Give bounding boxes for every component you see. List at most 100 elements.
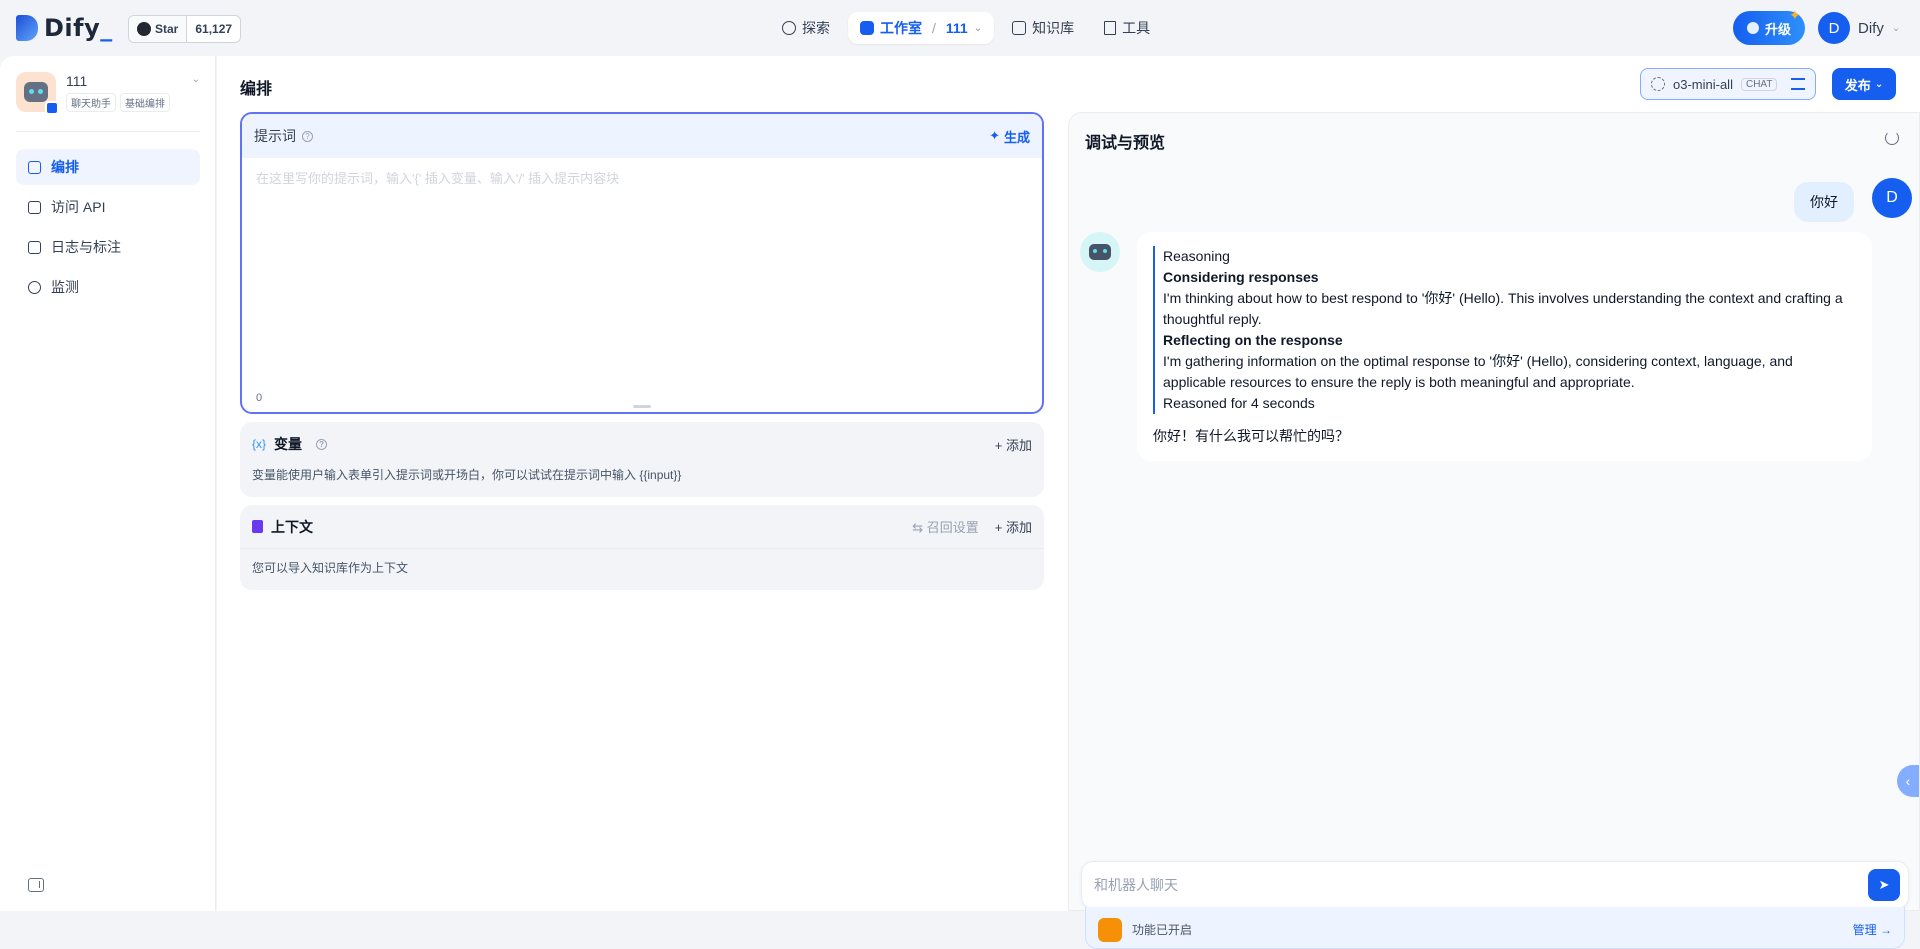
prompt-label: 提示词 xyxy=(254,128,296,144)
upgrade-label: 升级 xyxy=(1765,21,1792,37)
nav-knowledge[interactable]: 知识库 xyxy=(1000,12,1086,44)
model-name: o3-mini-all xyxy=(1673,76,1733,92)
context-card: 上下文 ⇆ 召回设置 + 添加 您可以导入知识库作为上下文 xyxy=(240,505,1044,590)
app-tag: 聊天助手 xyxy=(66,93,116,112)
main-content: 编排 o3-mini-all CHAT 发布 ⌄ 提示词 ? ✦ 生成 在这里写… xyxy=(217,56,1920,949)
bot-avatar xyxy=(1080,232,1120,272)
sidebar-item-orchestrate[interactable]: 编排 xyxy=(16,149,200,185)
nav-studio-app[interactable]: 111 xyxy=(946,20,968,36)
recall-settings-button[interactable]: ⇆ 召回设置 xyxy=(912,517,979,536)
resize-handle[interactable] xyxy=(633,405,651,408)
sparkle-icon: ✦ xyxy=(1789,7,1801,23)
logo-text: Dify xyxy=(44,14,101,42)
reasoning-text: I'm gathering information on the optimal… xyxy=(1163,353,1793,390)
sidebar-item-label: 编排 xyxy=(51,159,79,175)
sparkle-icon: ✦ xyxy=(989,128,1000,143)
reasoning-text: I'm thinking about how to best respond t… xyxy=(1163,290,1843,327)
user-message: 你好 xyxy=(1794,182,1854,222)
sidebar-item-label: 监测 xyxy=(51,279,79,295)
nav-explore[interactable]: 探索 xyxy=(770,12,842,44)
app-name: 111 xyxy=(66,73,88,89)
logo-mark-icon xyxy=(16,15,38,41)
bot-answer: 你好！有什么我可以帮忙的吗？ xyxy=(1153,428,1349,444)
reasoning-heading: Reflecting on the response xyxy=(1163,332,1343,348)
terminal-icon xyxy=(28,200,41,214)
debug-title: 调试与预览 xyxy=(1085,135,1166,152)
chevron-left-icon[interactable]: ‹ xyxy=(1897,765,1919,797)
avatar: D xyxy=(1872,178,1912,218)
nav-tools-label: 工具 xyxy=(1122,20,1151,36)
reasoning-duration: Reasoned for 4 seconds xyxy=(1163,395,1315,411)
nav-tools[interactable]: 工具 xyxy=(1092,12,1162,44)
add-variable-button[interactable]: + 添加 xyxy=(995,435,1032,454)
feature-icon xyxy=(1098,917,1122,942)
sidebar-menu: 编排 访问 API 日志与标注 监测 xyxy=(16,149,200,309)
prompt-char-count: 0 xyxy=(256,392,263,404)
variable-icon: {x} xyxy=(252,437,267,451)
sidebar-item-logs[interactable]: 日志与标注 xyxy=(16,229,200,265)
help-icon[interactable]: ? xyxy=(316,438,328,450)
publish-label: 发布 xyxy=(1844,77,1871,93)
generate-button[interactable]: ✦ 生成 xyxy=(989,127,1030,146)
top-navbar: Dify_ Star 61,127 探索 工作室 / 111 ⌄ 知识库 工具 xyxy=(0,0,1920,56)
debug-preview-panel: 调试与预览 你好 D Reasoning Considering respons… xyxy=(1068,112,1920,949)
feature-bar: 功能已开启 管理 → xyxy=(1085,907,1905,949)
generate-label: 生成 xyxy=(1003,129,1030,145)
sidebar-item-api[interactable]: 访问 API xyxy=(16,189,200,225)
account-name: Dify xyxy=(1858,19,1884,37)
chat-input-area: ➤ 功能已开启 管理 → xyxy=(1081,861,1909,949)
orchestrate-editor: 提示词 ? ✦ 生成 在这里写你的提示词，输入'{' 插入变量、输入'/' 插入… xyxy=(240,112,1044,590)
chat-input-box: ➤ xyxy=(1081,861,1909,909)
refresh-icon[interactable] xyxy=(1885,131,1899,145)
nav-knowledge-label: 知识库 xyxy=(1032,20,1075,36)
app-selector[interactable]: 111 聊天助手 基础编排 ⌄ xyxy=(16,72,200,115)
sliders-icon[interactable] xyxy=(1791,78,1805,90)
account-menu[interactable]: D Dify ⌄ xyxy=(1818,12,1900,44)
variables-card: {x} 变量 ? + 添加 变量能使用户输入表单引入提示词或开场白，你可以试试在… xyxy=(240,422,1044,497)
nav-explore-label: 探索 xyxy=(802,20,830,36)
robot-face-icon xyxy=(24,82,48,102)
app-type-badge-icon xyxy=(45,101,59,115)
nav-separator: / xyxy=(932,20,936,36)
sidebar-item-label: 日志与标注 xyxy=(51,239,121,255)
book-icon xyxy=(1012,21,1027,35)
main-nav: 探索 工作室 / 111 ⌄ 知识库 工具 xyxy=(770,12,1162,44)
file-list-icon xyxy=(28,240,41,254)
app-sidebar: 111 聊天助手 基础编排 ⌄ 编排 访问 API 日志与标注 监测 xyxy=(0,56,216,911)
document-icon xyxy=(252,520,263,533)
github-star-button[interactable]: Star 61,127 xyxy=(128,15,242,43)
chevron-down-icon[interactable]: ⌄ xyxy=(974,23,982,34)
variables-hint: 变量能使用户输入表单引入提示词或开场白，你可以试试在提示词中输入 {{input… xyxy=(252,468,682,482)
github-icon xyxy=(137,22,151,36)
model-selector[interactable]: o3-mini-all CHAT xyxy=(1640,68,1816,100)
nav-studio-label: 工作室 xyxy=(880,20,922,36)
prompt-input[interactable]: 在这里写你的提示词，输入'{' 插入变量、输入'/' 插入提示内容块 xyxy=(242,158,1042,197)
sidebar-item-label: 访问 API xyxy=(51,199,106,215)
prompt-editor: 提示词 ? ✦ 生成 在这里写你的提示词，输入'{' 插入变量、输入'/' 插入… xyxy=(240,112,1044,414)
dify-logo[interactable]: Dify_ xyxy=(16,14,113,42)
chevron-down-icon[interactable]: ⌄ xyxy=(192,74,200,85)
page-title: 编排 xyxy=(240,81,273,98)
sidebar-item-monitor[interactable]: 监测 xyxy=(16,269,200,305)
add-context-button[interactable]: + 添加 xyxy=(995,517,1032,536)
context-hint: 您可以导入知识库作为上下文 xyxy=(252,561,409,575)
nav-studio[interactable]: 工作室 / 111 ⌄ xyxy=(848,12,995,44)
gauge-icon xyxy=(28,280,41,294)
publish-button[interactable]: 发布 ⌄ xyxy=(1832,68,1896,100)
chevron-down-icon: ⌄ xyxy=(1891,22,1901,34)
send-button[interactable]: ➤ xyxy=(1868,869,1900,901)
feature-status: 功能已开启 xyxy=(1132,923,1193,937)
app-tag: 基础编排 xyxy=(120,93,170,112)
hammer-icon xyxy=(1104,21,1117,35)
chat-input[interactable] xyxy=(1094,877,1868,893)
chevron-down-icon: ⌄ xyxy=(1874,78,1884,90)
collapse-sidebar-icon[interactable] xyxy=(28,878,44,892)
compass-icon xyxy=(782,21,796,35)
model-mode-badge: CHAT xyxy=(1740,77,1778,91)
context-label: 上下文 xyxy=(271,518,313,535)
upgrade-icon xyxy=(1747,22,1759,34)
reasoning-label: Reasoning xyxy=(1163,248,1230,264)
app-avatar xyxy=(16,72,59,115)
help-icon[interactable]: ? xyxy=(302,130,313,142)
manage-button[interactable]: 管理 → xyxy=(1853,921,1892,938)
